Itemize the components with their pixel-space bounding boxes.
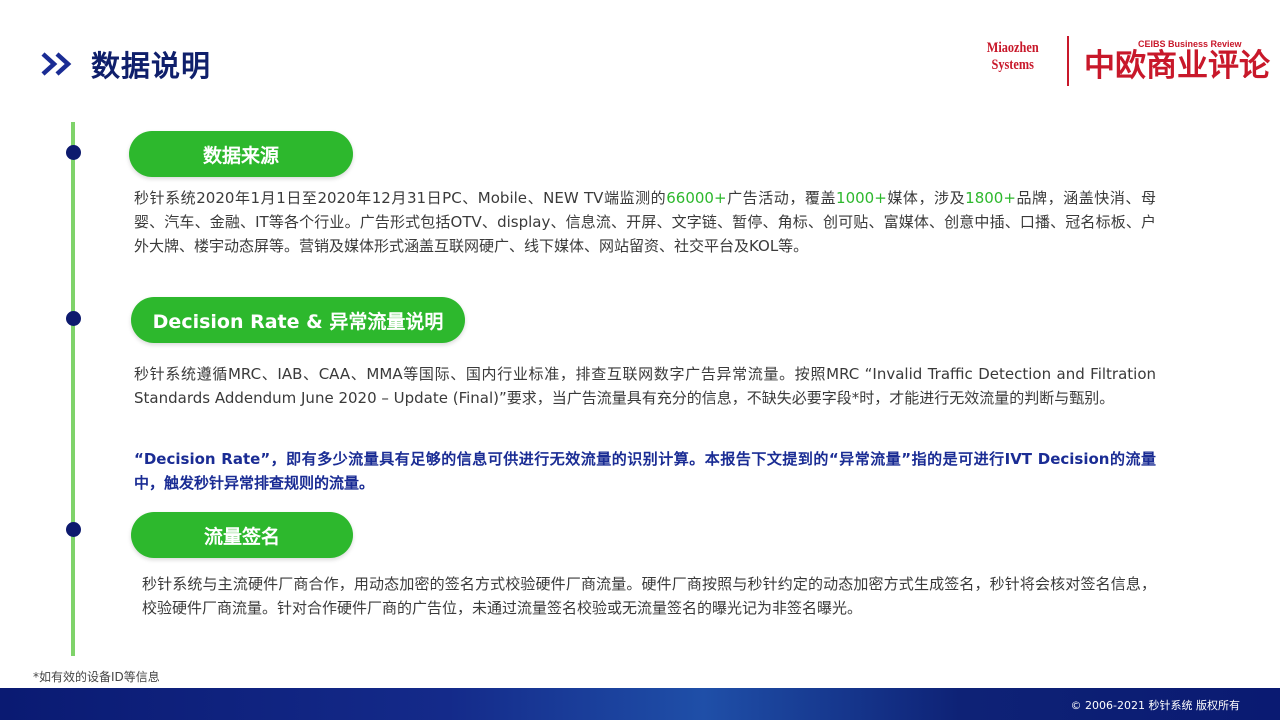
footnote: *如有效的设备ID等信息 bbox=[33, 670, 160, 684]
paragraph-text: 广告活动，覆盖 bbox=[726, 189, 837, 207]
paragraph-text: 秒针系统2020年1月1日至2020年12月31日PC、Mobile、NEW T… bbox=[134, 189, 667, 207]
ceibs-logo-chinese: 中欧商业评论 bbox=[1084, 48, 1270, 84]
traffic-signature-paragraph: 秒针系统与主流硬件厂商合作，用动态加密的签名方式校验硬件厂商流量。硬件厂商按照与… bbox=[142, 575, 1156, 617]
page-title: 数据说明 bbox=[91, 49, 212, 83]
logo-divider bbox=[1067, 36, 1069, 86]
section-pill-traffic-signature: 流量签名 bbox=[131, 512, 353, 558]
section-pill-decision-rate: Decision Rate & 异常流量说明 bbox=[131, 297, 465, 343]
brand-count: 1800+ bbox=[965, 189, 1016, 207]
section-title: 流量签名 bbox=[203, 525, 280, 548]
decision-rate-emphasis: “Decision Rate”，即有多少流量具有足够的信息可供进行无效流量的识别… bbox=[134, 450, 1156, 492]
copyright-text: © 2006-2021 秒针系统 版权所有 bbox=[1070, 699, 1240, 712]
timeline-dot-3 bbox=[66, 522, 81, 537]
timeline-dot-1 bbox=[66, 145, 81, 160]
campaign-count: 66000+ bbox=[666, 189, 727, 207]
media-count: 1000+ bbox=[836, 189, 887, 207]
data-source-paragraph: 秒针系统2020年1月1日至2020年12月31日PC、Mobile、NEW T… bbox=[134, 186, 1156, 258]
miaozhen-logo-line2: Systems bbox=[991, 57, 1034, 73]
decision-rate-paragraph: 秒针系统遵循MRC、IAB、CAA、MMA等国际、国内行业标准，排查互联网数字广… bbox=[134, 365, 1156, 407]
section-pill-data-source: 数据来源 bbox=[129, 131, 353, 177]
double-chevron-right-icon bbox=[41, 52, 72, 76]
miaozhen-logo-line1: Miaozhen bbox=[986, 40, 1039, 56]
miaozhen-logo: Miaozhen Systems bbox=[984, 40, 1041, 74]
section-title: 数据来源 bbox=[202, 144, 279, 167]
paragraph-text: 媒体，涉及 bbox=[886, 189, 966, 207]
timeline-dot-2 bbox=[66, 311, 81, 326]
section-title: Decision Rate & 异常流量说明 bbox=[152, 310, 444, 333]
timeline-line bbox=[71, 122, 75, 656]
footer-bar: © 2006-2021 秒针系统 版权所有 bbox=[0, 688, 1280, 720]
